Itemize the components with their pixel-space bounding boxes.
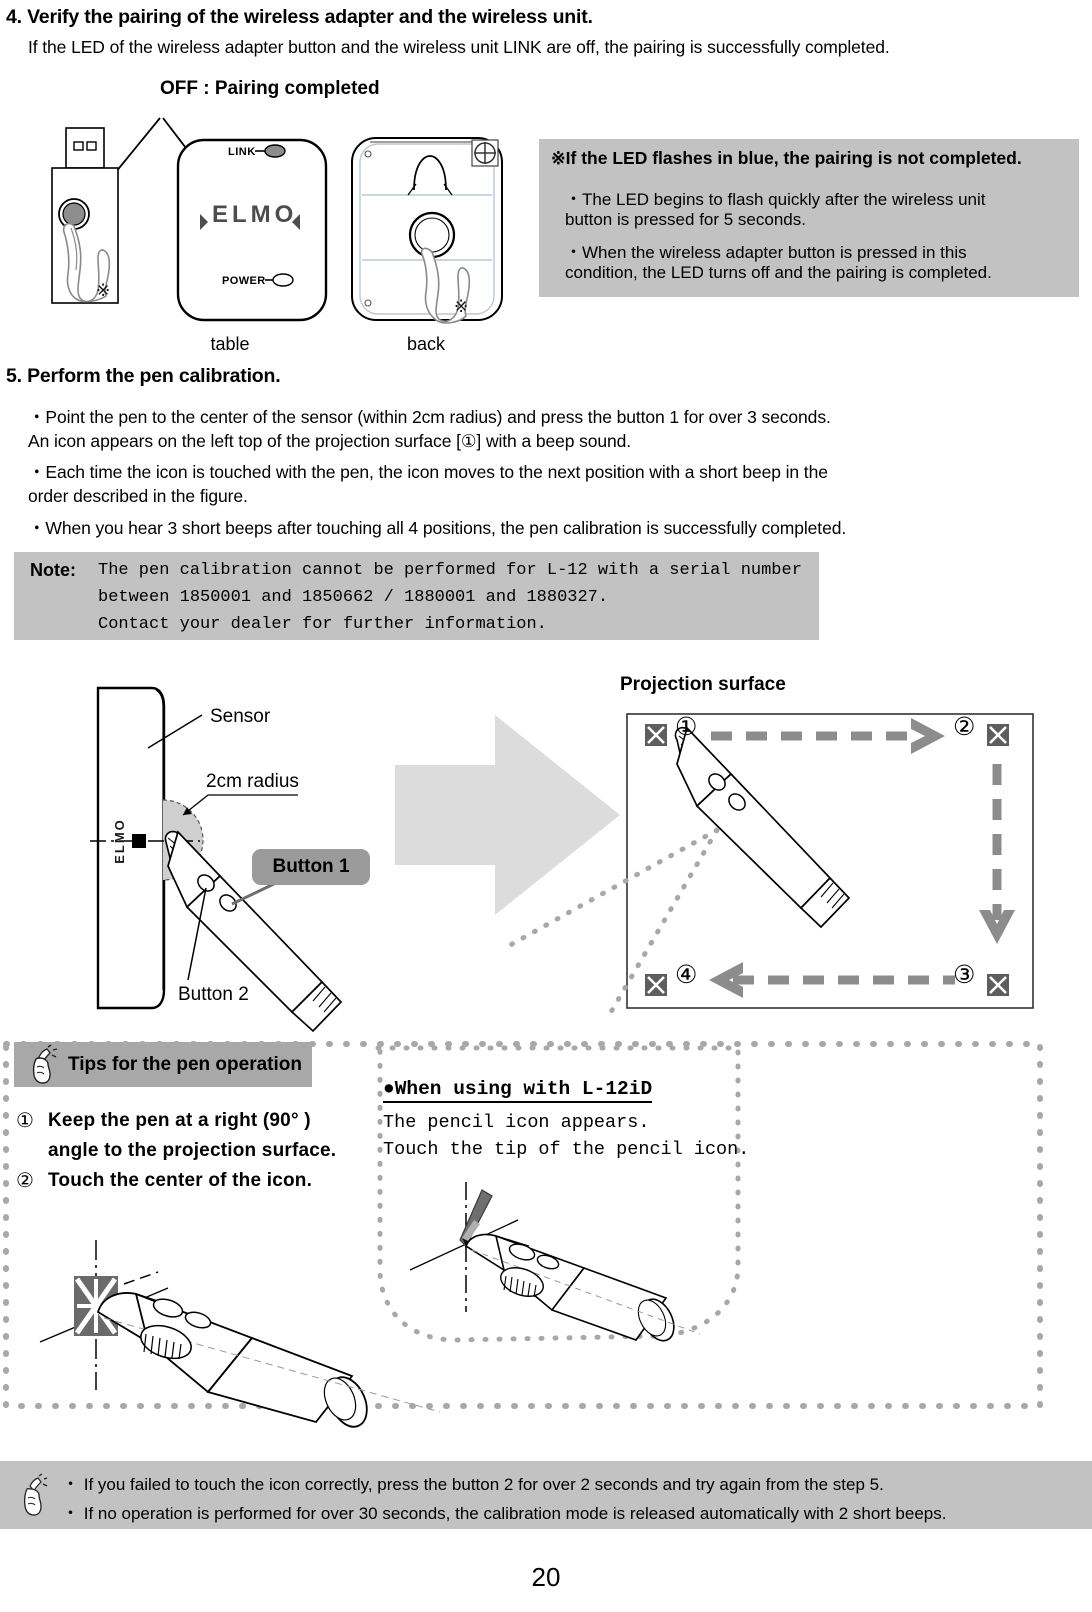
caption-table: table	[210, 334, 249, 354]
step5-heading: 5. Perform the pen calibration.	[6, 365, 281, 387]
serial-note-box: Note: The pen calibration cannot be perf…	[14, 552, 819, 640]
step5-b1l1: ・Point the pen to the center of the sens…	[28, 407, 831, 427]
tips-item-2-line1: Touch the center of the icon.	[48, 1170, 313, 1191]
footer-bullet-1: ・ If you failed to touch the icon correc…	[62, 1475, 884, 1494]
svg-text:ELMO: ELMO	[212, 201, 297, 228]
step5-b3l1: ・When you hear 3 short beeps after touch…	[28, 518, 847, 538]
off-pairing-callout: OFF : Pairing completed	[160, 78, 380, 99]
tips-item-1-number: ①	[16, 1110, 34, 1132]
svg-text:※: ※	[96, 281, 110, 301]
pointing-hand-icon-footer	[23, 1473, 48, 1516]
led-note-b1l2: button is pressed for 5 seconds.	[565, 210, 806, 229]
led-note-b1l1: ・The LED begins to flash quickly after t…	[565, 190, 986, 209]
pen-right-angle-illustration	[39, 1240, 441, 1428]
pointing-hand-icon	[32, 1043, 58, 1084]
button1-badge: Button 1	[252, 849, 370, 885]
tips-header-label: Tips for the pen operation	[68, 1053, 302, 1075]
l12id-line-2: Touch the tip of the pencil icon.	[383, 1139, 750, 1160]
manual-page: 4. Verify the pairing of the wireless ad…	[0, 0, 1092, 1612]
projection-surface-caption: Projection surface	[620, 674, 786, 695]
svg-text:ELMO: ELMO	[112, 818, 127, 864]
svg-text:※: ※	[454, 297, 468, 317]
l12id-title: ●When using with L-12iD	[383, 1078, 653, 1103]
order-number-3: ③	[953, 961, 976, 989]
sensor-pen-figure: Sensor 2cm radius ELMO Button 2	[90, 686, 343, 1033]
order-number-4: ④	[675, 961, 698, 989]
tips-item-1-line1: Keep the pen at a right (90° )	[48, 1110, 311, 1131]
tips-item-2-number: ②	[16, 1170, 34, 1192]
note-line-1: The pen calibration cannot be performed …	[98, 561, 802, 580]
radius-label-text: 2cm radius	[206, 771, 299, 792]
note-line-2: between 1850001 and 1850662 / 1880001 an…	[98, 588, 609, 607]
sensor-label-text: Sensor	[210, 706, 271, 727]
led-note-b2l2: condition, the LED turns off and the pai…	[565, 263, 992, 282]
step5-b1l2: An icon appears on the left top of the p…	[28, 431, 632, 451]
step4-intro: If the LED of the wireless adapter butto…	[28, 37, 890, 57]
page-number: 20	[531, 1562, 561, 1592]
step4-heading: 4. Verify the pairing of the wireless ad…	[6, 6, 593, 28]
tips-header: Tips for the pen operation	[14, 1042, 312, 1087]
flow-arrow-icon	[395, 715, 620, 915]
step5-b2l2: order described in the figure.	[28, 486, 248, 506]
tips-item-1-line2: angle to the projection surface.	[48, 1140, 337, 1161]
led-flash-note-box: ※If the LED flashes in blue, the pairing…	[539, 139, 1079, 297]
l12id-line-1: The pencil icon appears.	[383, 1112, 650, 1133]
note-line-3: Contact your dealer for further informat…	[98, 615, 547, 634]
svg-text:LINK: LINK	[228, 146, 256, 158]
footer-bullet-2: ・ If no operation is performed for over …	[62, 1504, 947, 1523]
button2-label-text: Button 2	[178, 984, 249, 1005]
svg-text:POWER: POWER	[222, 275, 266, 287]
note-label: Note:	[30, 560, 76, 580]
caption-back: back	[407, 334, 446, 354]
led-note-b2l1: ・When the wireless adapter button is pre…	[565, 243, 967, 262]
order-number-2: ②	[953, 713, 976, 741]
led-note-title: ※If the LED flashes in blue, the pairing…	[551, 148, 1022, 168]
order-number-1: ①	[675, 713, 698, 741]
footer-note-box: ・ If you failed to touch the icon correc…	[0, 1461, 1092, 1529]
pairing-illustration: ※ LINK ELMO POWER table ※ back	[51, 117, 503, 354]
step5-b2l1: ・Each time the icon is touched with the …	[28, 462, 828, 482]
